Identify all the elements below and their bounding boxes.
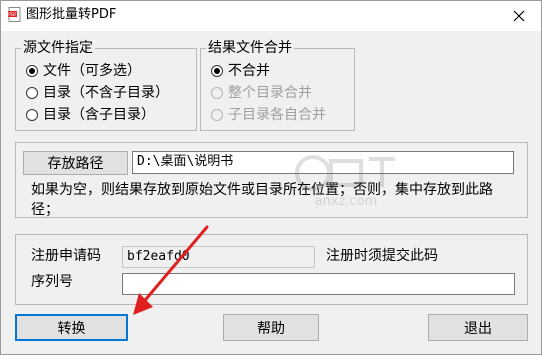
output-path-input[interactable]: D:\桌面\说明书 [132, 151, 514, 174]
source-group-title: 源文件指定 [21, 40, 95, 56]
request-code-label: 注册申请码 [31, 248, 101, 264]
merge-option-whole-dir[interactable]: 整个目录合并 [211, 84, 312, 102]
exit-button[interactable]: 退出 [428, 314, 528, 341]
merge-option-none[interactable]: 不合并 [211, 62, 270, 80]
radio-label: 文件（可多选） [43, 63, 141, 79]
serial-number-label: 序列号 [31, 274, 73, 290]
source-option-dir-no-sub[interactable]: 目录（不含子目录） [26, 84, 169, 102]
output-path-button[interactable]: 存放路径 [23, 151, 128, 175]
radio-label: 目录（含子目录） [43, 107, 155, 123]
title-bar: PDF 图形批量转PDF [1, 1, 541, 31]
source-option-files[interactable]: 文件（可多选） [26, 62, 141, 80]
merge-option-each-subdir[interactable]: 子目录各自合并 [211, 106, 326, 124]
close-icon[interactable] [513, 10, 525, 22]
radio-button[interactable] [26, 65, 38, 77]
convert-button[interactable]: 转换 [15, 314, 128, 341]
radio-label: 子目录各自合并 [228, 107, 326, 123]
radio-label: 目录（不含子目录） [43, 85, 169, 101]
radio-button[interactable] [26, 87, 38, 99]
radio-button[interactable] [211, 109, 223, 121]
request-code-field[interactable]: bf2eafd0 [122, 246, 315, 268]
radio-label: 整个目录合并 [228, 85, 312, 101]
serial-number-input[interactable] [122, 273, 515, 295]
source-option-dir-with-sub[interactable]: 目录（含子目录） [26, 106, 155, 124]
window-title: 图形批量转PDF [26, 7, 117, 22]
radio-label: 不合并 [228, 63, 270, 79]
close-button[interactable] [496, 1, 541, 31]
pdf-app-icon: PDF [8, 7, 21, 22]
merge-group-title: 结果文件合并 [206, 40, 294, 56]
radio-button[interactable] [211, 65, 223, 77]
radio-button[interactable] [211, 87, 223, 99]
svg-text:PDF: PDF [8, 12, 17, 18]
app-window: PDF 图形批量转PDF 源文件指定 文件（可多选） 目录（不含子目录） 目录（… [0, 0, 542, 355]
help-button[interactable]: 帮助 [223, 314, 319, 341]
output-path-note: 如果为空，则结果存放到原始文件或目录所在位置；否则，集中存放到此路径； [31, 182, 493, 218]
radio-button[interactable] [26, 109, 38, 121]
request-code-hint: 注册时须提交此码 [326, 248, 438, 264]
